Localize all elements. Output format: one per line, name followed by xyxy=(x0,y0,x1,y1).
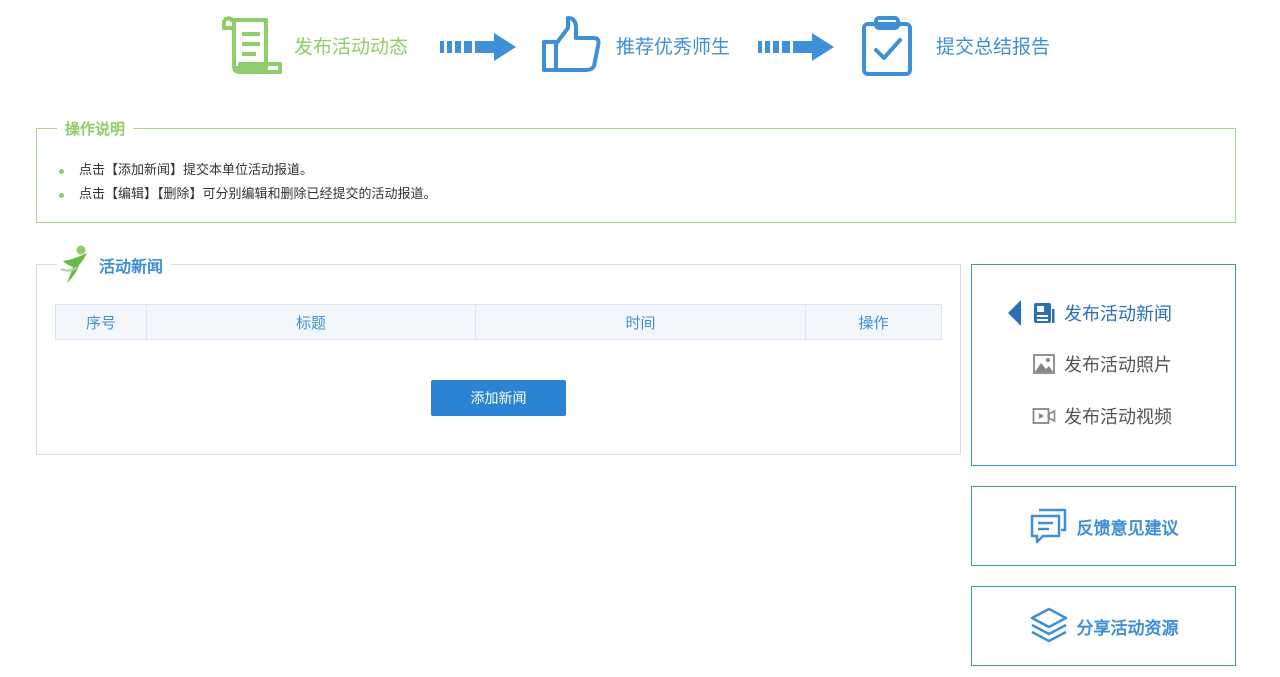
list-item: 点击【添加新闻】提交本单位活动报道。 xyxy=(59,159,437,183)
instructions-title: 操作说明 xyxy=(57,119,134,139)
add-news-button[interactable]: 添加新闻 xyxy=(431,380,566,416)
publish-side-menu: 发布活动新闻 发布活动照片 发布活动视频 xyxy=(971,264,1236,466)
step-publish-activity[interactable]: 发布活动动态 xyxy=(220,14,408,76)
news-panel-header: 活动新闻 xyxy=(57,243,172,287)
runner-icon xyxy=(60,245,87,283)
menu-item-label: 发布活动新闻 xyxy=(1064,304,1172,325)
step-label: 提交总结报告 xyxy=(936,35,1051,58)
feedback-label: 反馈意见建议 xyxy=(1076,518,1179,539)
step-progress: 发布活动动态 推荐优秀师生 提交总结报告 xyxy=(0,0,1280,100)
step-label: 推荐优秀师生 xyxy=(616,35,731,58)
image-icon xyxy=(1033,354,1055,374)
column-header-title: 标题 xyxy=(147,305,476,339)
menu-item-publish-news[interactable]: 发布活动新闻 xyxy=(972,293,1237,333)
instructions-panel: 操作说明 点击【添加新闻】提交本单位活动报道。 点击【编辑】【删除】可分别编辑和… xyxy=(36,119,1236,223)
menu-item-publish-videos[interactable]: 发布活动视频 xyxy=(972,396,1237,436)
news-icon xyxy=(1034,303,1055,323)
list-item: 点击【编辑】【删除】可分别编辑和删除已经提交的活动报道。 xyxy=(59,183,437,207)
arrow-right-icon xyxy=(758,33,834,61)
instruction-text: 点击【添加新闻】提交本单位活动报道。 xyxy=(79,163,314,178)
step-label: 发布活动动态 xyxy=(294,35,409,58)
column-header-time: 时间 xyxy=(476,305,806,339)
bullet-icon xyxy=(59,168,64,174)
step-submit-report[interactable]: 提交总结报告 xyxy=(858,14,1050,76)
step-recommend[interactable]: 推荐优秀师生 xyxy=(540,14,730,76)
menu-item-label: 发布活动照片 xyxy=(1064,355,1172,376)
scroll-icon xyxy=(222,16,282,74)
thumbs-up-icon xyxy=(542,16,601,72)
bullet-icon xyxy=(59,192,64,198)
chat-bubbles-icon xyxy=(1030,508,1066,544)
news-table-header: 序号 标题 时间 操作 xyxy=(55,304,942,340)
video-icon xyxy=(1032,408,1056,424)
share-label: 分享活动资源 xyxy=(1076,618,1179,639)
clipboard-check-icon xyxy=(862,16,912,76)
feedback-button[interactable]: 反馈意见建议 xyxy=(971,486,1236,566)
column-header-actions: 操作 xyxy=(858,313,889,332)
news-panel-title: 活动新闻 xyxy=(99,257,164,276)
instruction-text: 点击【编辑】【删除】可分别编辑和删除已经提交的活动报道。 xyxy=(79,187,437,202)
share-resources-button[interactable]: 分享活动资源 xyxy=(971,586,1236,666)
menu-item-publish-photos[interactable]: 发布活动照片 xyxy=(972,344,1237,384)
caret-left-icon xyxy=(1008,300,1021,326)
instructions-list: 点击【添加新闻】提交本单位活动报道。 点击【编辑】【删除】可分别编辑和删除已经提… xyxy=(59,159,437,207)
news-panel: 活动新闻 序号 标题 时间 操作 添加新闻 xyxy=(36,243,961,455)
layers-icon xyxy=(1030,607,1067,643)
menu-item-label: 发布活动视频 xyxy=(1064,407,1172,428)
column-header-index: 序号 xyxy=(56,305,147,339)
arrow-right-icon xyxy=(440,33,516,61)
